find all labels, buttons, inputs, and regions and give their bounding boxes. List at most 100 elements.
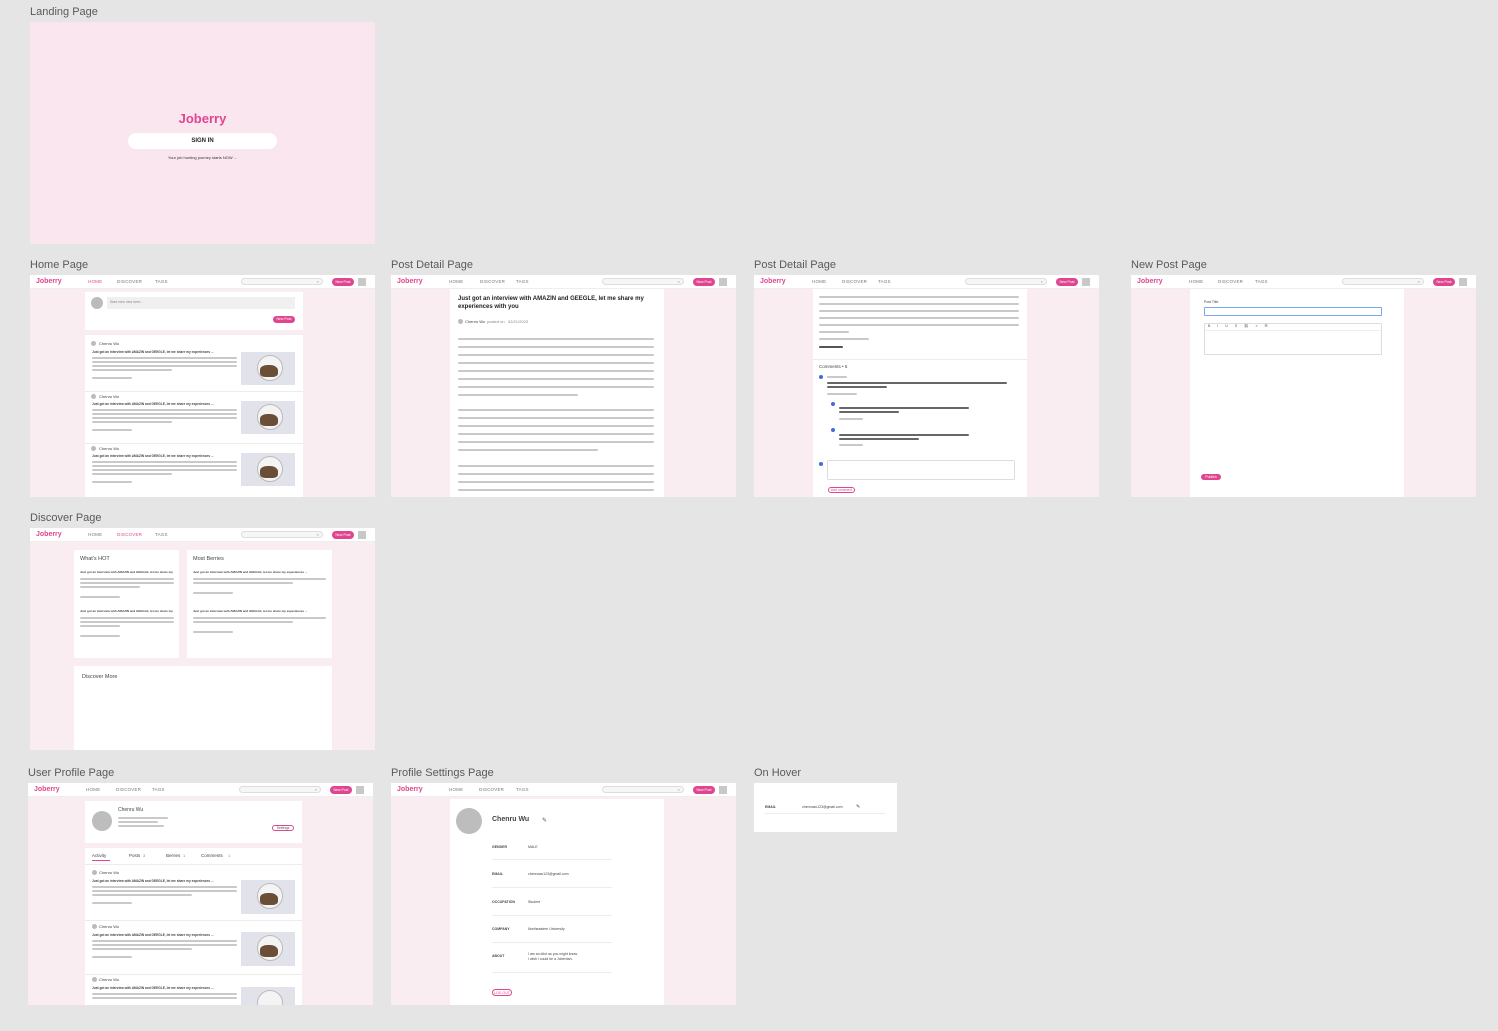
nav-discover[interactable]: DISCOVER <box>117 532 142 537</box>
search-input[interactable]: ⌕ <box>239 786 321 793</box>
search-input[interactable]: ⌕ <box>241 531 323 538</box>
berries-post-title[interactable]: Just got an interview with AMAZIN and GE… <box>193 570 307 574</box>
nav-logo[interactable]: Joberry <box>34 786 60 793</box>
post-item[interactable]: Chenru Wu Just got an interview with AMA… <box>85 922 302 972</box>
post-thumbnail <box>241 987 295 1005</box>
home-frame: Joberry HOME DISCOVER TAGS ⌕ New Post St… <box>30 275 375 497</box>
nav-discover[interactable]: DISCOVER <box>842 279 867 284</box>
nav-home[interactable]: HOME <box>88 532 102 537</box>
tab-comments[interactable]: Comments <box>201 853 223 858</box>
nav-tags[interactable]: TAGS <box>155 279 168 284</box>
post-title[interactable]: Just got an interview with AMAZIN and GE… <box>92 402 214 406</box>
avatar[interactable] <box>719 278 727 286</box>
new-post-button[interactable]: New Post <box>330 786 352 794</box>
avatar[interactable] <box>356 786 364 794</box>
post-title-input[interactable] <box>1204 307 1382 316</box>
avatar[interactable] <box>1082 278 1090 286</box>
search-input[interactable]: ⌕ <box>602 786 684 793</box>
search-input[interactable]: ⌕ <box>1342 278 1424 285</box>
edit-pencil-icon[interactable]: ✎ <box>542 817 547 824</box>
search-input[interactable]: ⌕ <box>602 278 684 285</box>
tab-berries[interactable]: Berries <box>166 853 180 858</box>
nav-discover[interactable]: DISCOVER <box>479 787 504 792</box>
post-item[interactable]: Chenru Wu Just got an interview with AMA… <box>85 975 302 1005</box>
composer-input[interactable]: Start new new here... <box>107 297 295 309</box>
frame-label-home: Home Page <box>30 259 89 271</box>
commenter-avatar <box>819 375 823 379</box>
nav-home[interactable]: HOME <box>86 787 100 792</box>
frame-label-landing: Landing Page <box>30 6 98 18</box>
post-title[interactable]: Just got an interview with AMAZIN and GE… <box>92 350 214 354</box>
avatar[interactable] <box>358 278 366 286</box>
hot-post-title-2[interactable]: Just got an interview with AMAZIN and GE… <box>80 609 173 613</box>
nav-tags[interactable]: TAGS <box>155 532 168 537</box>
tab-activity[interactable]: Activity <box>92 853 106 858</box>
field-value-occupation[interactable]: Student <box>528 900 540 904</box>
nav-home[interactable]: HOME <box>449 279 463 284</box>
search-icon: ⌕ <box>1417 279 1420 284</box>
search-input[interactable]: ⌕ <box>241 278 323 285</box>
new-post-card: Post Title B I U S ⛓ ≡ ☰ Publish <box>1190 289 1404 497</box>
nav-logo[interactable]: Joberry <box>1137 278 1163 285</box>
new-post-button[interactable]: New Post <box>332 278 354 286</box>
avatar[interactable] <box>1459 278 1467 286</box>
nav-tags[interactable]: TAGS <box>516 279 529 284</box>
post-title[interactable]: Just got an interview with AMAZIN and GE… <box>92 933 214 937</box>
settings-button[interactable]: Settings <box>272 825 294 831</box>
nav-discover[interactable]: DISCOVER <box>480 279 505 284</box>
new-post-button[interactable]: New Post <box>332 531 354 539</box>
add-comment-button[interactable]: Add comment <box>828 487 855 493</box>
new-post-button[interactable]: New Post <box>1433 278 1455 286</box>
new-post-button[interactable]: New Post <box>693 786 715 794</box>
edit-pencil-icon[interactable]: ✎ <box>856 804 860 810</box>
nav-home[interactable]: HOME <box>449 787 463 792</box>
berries-post-title-2[interactable]: Just got an interview with AMAZIN and GE… <box>193 609 307 613</box>
search-input[interactable]: ⌕ <box>965 278 1047 285</box>
field-value-email[interactable]: chenruwu123@gmail.com <box>528 872 569 876</box>
field-value-company[interactable]: Northeastern University <box>528 927 565 931</box>
new-post-button[interactable]: New Post <box>1056 278 1078 286</box>
nav-home[interactable]: HOME <box>812 279 826 284</box>
post-item[interactable]: Chenru Wu Just got an interview with AMA… <box>85 868 302 918</box>
post-body-editor[interactable]: B I U S ⛓ ≡ ☰ <box>1204 323 1382 355</box>
avatar[interactable] <box>719 786 727 794</box>
nav-logo[interactable]: Joberry <box>36 278 62 285</box>
settings-name: Chenru Wu <box>492 816 530 823</box>
field-value-gender[interactable]: MALE <box>528 845 538 849</box>
post-title[interactable]: Just got an interview with AMAZIN and GE… <box>92 879 214 883</box>
comment-textarea[interactable] <box>827 460 1015 480</box>
author-avatar <box>92 924 97 929</box>
hover-field-value[interactable]: chenruwu123@gmail.com <box>802 805 843 809</box>
field-value-about[interactable]: I am an idiot as you might know. I wish … <box>528 952 578 961</box>
post-item[interactable]: Chenru Wu Just got an interview with AMA… <box>85 391 303 441</box>
sign-in-button[interactable]: SIGN IN <box>128 133 277 149</box>
nav-logo[interactable]: Joberry <box>760 278 786 285</box>
nav-discover[interactable]: DISCOVER <box>116 787 141 792</box>
profile-name: Chenru Wu <box>118 807 144 813</box>
nav-logo[interactable]: Joberry <box>397 786 423 793</box>
post-item[interactable]: Chenru Wu Just got an interview with AMA… <box>85 339 303 389</box>
post-title[interactable]: Just got an interview with AMAZIN and GE… <box>92 986 214 990</box>
nav-discover[interactable]: DISCOVER <box>1218 279 1243 284</box>
nav-tags[interactable]: TAGS <box>1255 279 1268 284</box>
nav-logo[interactable]: Joberry <box>397 278 423 285</box>
most-berries-heading: Most Berries <box>193 556 224 562</box>
composer-post-button[interactable]: New Post <box>273 316 295 323</box>
hot-post-title[interactable]: Just got an interview with AMAZIN and GE… <box>80 570 173 574</box>
logout-button[interactable]: LOG OUT <box>492 989 512 996</box>
avatar[interactable] <box>358 531 366 539</box>
post-item[interactable]: Chenru Wu Just got an interview with AMA… <box>85 443 303 493</box>
editor-toolbar[interactable]: B I U S ⛓ ≡ ☰ <box>1205 324 1381 331</box>
nav-tags[interactable]: TAGS <box>878 279 891 284</box>
tab-posts[interactable]: Posts <box>129 853 140 858</box>
nav-logo[interactable]: Joberry <box>36 531 62 538</box>
nav-discover[interactable]: DISCOVER <box>117 279 142 284</box>
new-post-button[interactable]: New Post <box>693 278 715 286</box>
nav-home[interactable]: HOME <box>88 279 102 284</box>
nav-tags[interactable]: TAGS <box>516 787 529 792</box>
nav-home[interactable]: HOME <box>1189 279 1203 284</box>
post-title[interactable]: Just got an interview with AMAZIN and GE… <box>92 454 214 458</box>
navbar: Joberry HOME DISCOVER TAGS ⌕ New Post <box>391 783 736 797</box>
nav-tags[interactable]: TAGS <box>152 787 165 792</box>
publish-button[interactable]: Publish <box>1201 474 1221 480</box>
